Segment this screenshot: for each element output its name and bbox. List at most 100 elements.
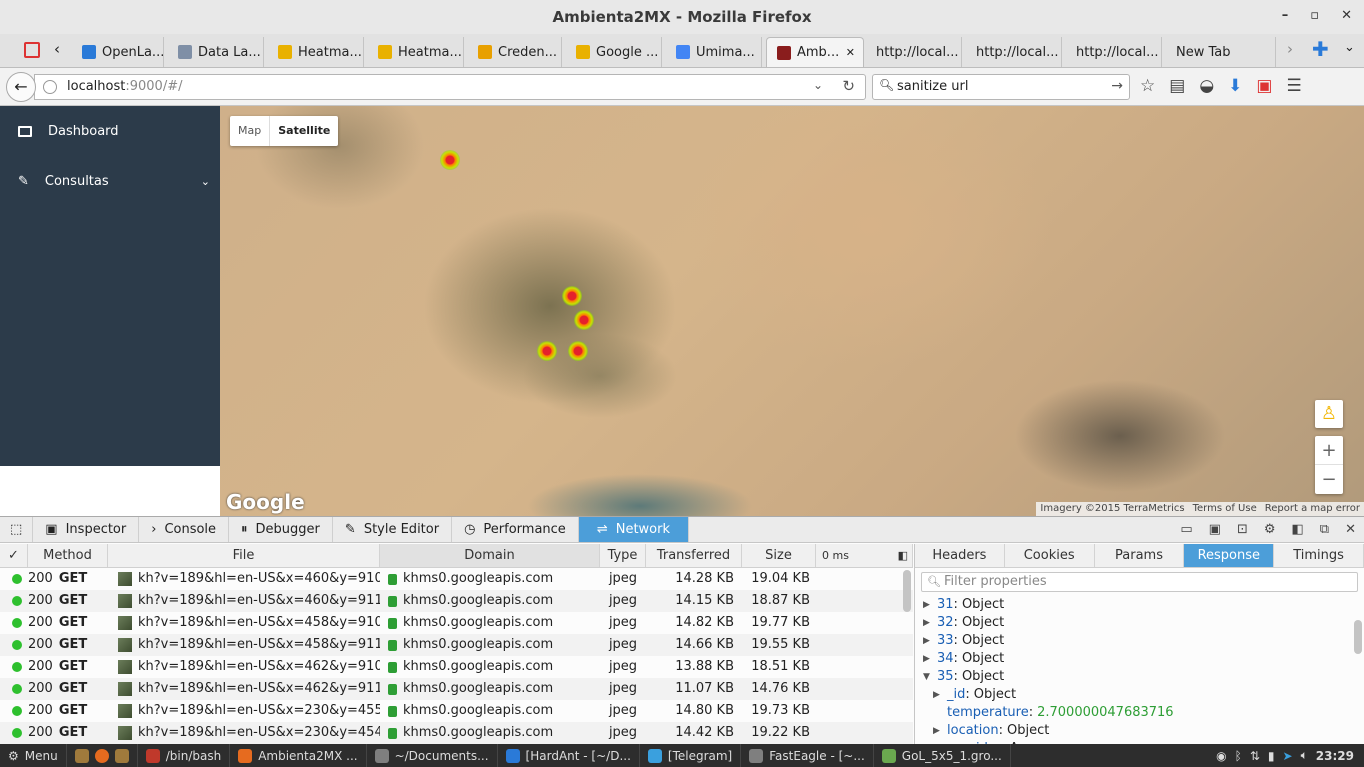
browser-tab[interactable]: http://local...: [866, 37, 962, 67]
bookmark-star-icon[interactable]: ☆: [1140, 76, 1155, 96]
network-request-row[interactable]: 200 GET kh?v=189&hl=en-US&x=458&y=910... kh…: [0, 612, 913, 634]
size-column-header[interactable]: Size: [742, 544, 816, 567]
tree-node[interactable]: ▶ 34: Object: [923, 650, 1364, 668]
taskbar-window-button[interactable]: ~/Documents...: [367, 744, 498, 767]
details-tab-headers[interactable]: Headers: [915, 544, 1005, 567]
terms-of-use-link[interactable]: Terms of Use: [1193, 502, 1257, 516]
minimize-button[interactable]: –: [1282, 8, 1289, 23]
folder-icon[interactable]: [114, 748, 129, 763]
collapsed-arrow-icon[interactable]: ▶: [923, 596, 933, 614]
addon-badge-icon[interactable]: ▣: [1256, 76, 1272, 96]
dock-side-icon[interactable]: ◧: [1292, 522, 1304, 537]
sidebar-item-dashboard[interactable]: Dashboard: [0, 106, 220, 156]
close-window-button[interactable]: ✕: [1341, 8, 1352, 23]
network-status-icon[interactable]: ⇅: [1250, 749, 1260, 763]
network-request-row[interactable]: 200 GET kh?v=189&hl=en-US&x=230&y=455... kh…: [0, 700, 913, 722]
scroll-tabs-left-icon[interactable]: ‹: [54, 40, 60, 58]
collapsed-arrow-icon[interactable]: ▶: [933, 722, 943, 740]
firefox-icon[interactable]: [94, 748, 109, 763]
details-tab-timings[interactable]: Timings: [1274, 544, 1364, 567]
method-column-header[interactable]: Method: [28, 544, 108, 567]
element-picker-icon[interactable]: ⬚: [0, 517, 34, 542]
search-bar[interactable]: 🔍︎ sanitize url →: [872, 74, 1130, 100]
browser-tab[interactable]: Heatma...: [368, 37, 464, 67]
type-column-header[interactable]: Type: [600, 544, 646, 567]
start-menu-button[interactable]: ⚙ Menu: [0, 744, 67, 767]
zoom-out-button[interactable]: −: [1315, 465, 1343, 494]
details-tab-response[interactable]: Response: [1184, 544, 1275, 567]
file-column-header[interactable]: File: [108, 544, 380, 567]
search-input[interactable]: sanitize url: [897, 79, 968, 94]
tree-node[interactable]: ▶ _id: Object: [923, 686, 1364, 704]
satellite-map[interactable]: Map Satellite ♙ + − Google Imagery ©2015…: [220, 106, 1364, 516]
response-scrollbar[interactable]: [1354, 620, 1362, 654]
network-request-row[interactable]: 200 GET kh?v=189&hl=en-US&x=460&y=910... kh…: [0, 568, 913, 590]
tree-node[interactable]: ▶ 33: Object: [923, 632, 1364, 650]
filter-properties-input[interactable]: 🔍︎ Filter properties: [921, 572, 1358, 592]
browser-tab[interactable]: OpenLa...: [72, 37, 164, 67]
reading-list-icon[interactable]: ▤: [1169, 76, 1185, 96]
tree-node[interactable]: ▶ 31: Object: [923, 596, 1364, 614]
collapsed-arrow-icon[interactable]: ▶: [923, 614, 933, 632]
browser-tab[interactable]: Google ...: [566, 37, 662, 67]
responsive-mode-icon[interactable]: ⊡: [1237, 522, 1248, 537]
waterfall-toggle-icon[interactable]: ◧: [898, 544, 908, 568]
details-tab-cookies[interactable]: Cookies: [1005, 544, 1095, 567]
maximize-button[interactable]: ▫: [1310, 8, 1319, 23]
new-tab-icon[interactable]: ✚: [1312, 37, 1329, 61]
taskbar-window-button[interactable]: [HardAnt - [~/D...: [498, 744, 640, 767]
browser-tab[interactable]: Amb... ✕: [766, 37, 864, 67]
browser-tab[interactable]: Creden...: [468, 37, 562, 67]
collapsed-arrow-icon[interactable]: ▶: [923, 632, 933, 650]
tab-console[interactable]: › Console: [139, 517, 230, 542]
browser-tab[interactable]: http://local...: [1066, 37, 1162, 67]
tab-debugger[interactable]: ⏸ Debugger: [229, 517, 333, 542]
url-bar[interactable]: localhost:9000/#/ ⌄ ↻: [34, 74, 866, 100]
browser-tab[interactable]: New Tab: [1166, 37, 1276, 67]
map-type-satellite-button[interactable]: Satellite: [269, 116, 338, 146]
network-request-row[interactable]: 200 GET kh?v=189&hl=en-US&x=230&y=454... kh…: [0, 722, 913, 744]
list-all-tabs-icon[interactable]: ⌄: [1344, 40, 1355, 55]
tree-node[interactable]: ▶ 32: Object: [923, 614, 1364, 632]
transferred-column-header[interactable]: Transferred: [646, 544, 742, 567]
collapsed-arrow-icon[interactable]: ▶: [933, 686, 943, 704]
taskbar-window-button[interactable]: GoL_5x5_1.gro...: [874, 744, 1011, 767]
site-info-icon[interactable]: [43, 80, 57, 94]
volume-icon[interactable]: 🔈︎: [1301, 748, 1308, 763]
domain-column-header[interactable]: Domain: [380, 544, 600, 567]
telegram-tray-icon[interactable]: ➤: [1283, 749, 1293, 763]
tab-network[interactable]: ⇌ Network: [578, 517, 689, 542]
network-request-row[interactable]: 200 GET kh?v=189&hl=en-US&x=458&y=911... kh…: [0, 634, 913, 656]
taskbar-window-button[interactable]: [Telegram]: [640, 744, 742, 767]
map-type-map-button[interactable]: Map: [230, 116, 269, 146]
pocket-sidebar-icon[interactable]: [24, 42, 40, 58]
network-request-row[interactable]: 200 GET kh?v=189&hl=en-US&x=462&y=911... kh…: [0, 678, 913, 700]
user-icon[interactable]: ◉: [1216, 749, 1226, 763]
bluetooth-icon[interactable]: ᛒ: [1235, 749, 1242, 763]
clock[interactable]: 23:29: [1316, 749, 1354, 763]
search-go-icon[interactable]: →: [1111, 78, 1123, 94]
settings-gear-icon[interactable]: ⚙: [1264, 522, 1276, 537]
network-scrollbar[interactable]: [903, 570, 911, 612]
taskbar-window-button[interactable]: FastEagle - [~...: [741, 744, 874, 767]
screenshot-icon[interactable]: ▣: [1209, 522, 1221, 537]
battery-icon[interactable]: ▮: [1268, 749, 1275, 763]
browser-tab[interactable]: http://local...: [966, 37, 1062, 67]
downloads-icon[interactable]: ⬇: [1228, 76, 1242, 96]
undock-icon[interactable]: ⧉: [1320, 522, 1329, 537]
reload-icon[interactable]: ↻: [842, 77, 855, 95]
back-button[interactable]: ←: [6, 72, 36, 102]
sidebar-item-consultas[interactable]: ✎ Consultas ⌄: [0, 156, 220, 206]
network-request-row[interactable]: 200 GET kh?v=189&hl=en-US&x=460&y=911... kh…: [0, 590, 913, 612]
taskbar-window-button[interactable]: /bin/bash: [138, 744, 231, 767]
expanded-arrow-icon[interactable]: ▼: [923, 668, 933, 686]
details-tab-params[interactable]: Params: [1095, 544, 1185, 567]
scroll-tabs-right-icon[interactable]: ›: [1287, 40, 1293, 58]
tree-node[interactable]: ▼ 35: Object: [923, 668, 1364, 686]
url-dropdown-icon[interactable]: ⌄: [813, 78, 823, 92]
zoom-in-button[interactable]: +: [1315, 436, 1343, 465]
split-console-icon[interactable]: ▭: [1180, 522, 1192, 537]
url-text[interactable]: localhost:9000/#/: [67, 79, 182, 94]
browser-tab[interactable]: Umima...: [666, 37, 762, 67]
report-map-error-link[interactable]: Report a map error: [1265, 502, 1360, 516]
